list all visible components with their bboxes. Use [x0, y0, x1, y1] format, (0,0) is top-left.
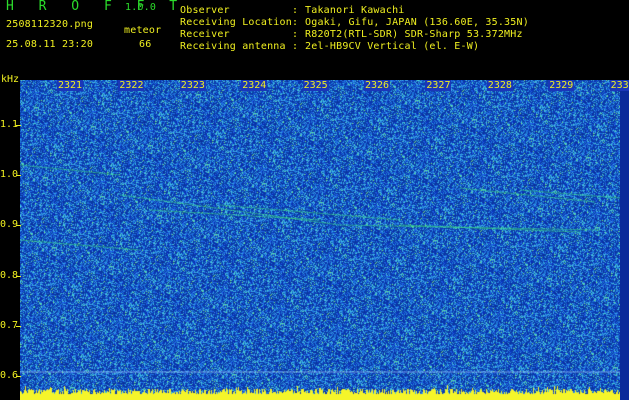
app-title: H R O F F T	[6, 0, 186, 14]
info-value-location: Ogaki, Gifu, JAPAN (136.60E, 35.35N)	[305, 17, 529, 28]
meteor-label: meteor	[124, 25, 162, 36]
spectrogram-canvas	[20, 80, 620, 400]
x-tick-label: 2325	[302, 80, 329, 91]
info-key-antenna: Receiving antenna	[180, 41, 286, 52]
x-tick-label: 2329	[548, 80, 575, 91]
y-tick-mark	[16, 376, 21, 377]
info-value-observer: Takanori Kawachi	[305, 5, 405, 16]
app-version: 1.0.0	[125, 2, 157, 13]
y-tick-mark	[16, 326, 21, 327]
image-filename: 2508112320.png	[6, 19, 94, 30]
x-tick-label: 2324	[241, 80, 268, 91]
info-key-location: Receiving Location	[180, 17, 292, 28]
y-tick-mark	[16, 175, 21, 176]
info-value-antenna: 2el-HB9CV Vertical (el. E-W)	[305, 41, 480, 52]
x-tick-label: 2322	[118, 80, 145, 91]
meteor-count: 66	[139, 39, 152, 50]
x-tick-label: 2321	[57, 80, 84, 91]
info-colon: :	[292, 5, 299, 16]
x-tick-label: 2326	[364, 80, 391, 91]
x-tick-label: 2323	[179, 80, 206, 91]
y-axis-unit: kHz	[1, 74, 20, 85]
info-value-receiver: R820T2(RTL-SDR) SDR-Sharp 53.372MHz	[305, 29, 523, 40]
info-colon: :	[292, 29, 299, 40]
y-tick-mark	[16, 125, 21, 126]
x-tick-label: 2330	[609, 80, 629, 91]
info-colon: :	[292, 17, 299, 28]
header-panel: H R O F F T 1.0.0 2508112320.png meteor …	[0, 0, 629, 74]
spectrogram-edge	[620, 80, 629, 400]
y-tick-mark	[16, 276, 21, 277]
x-tick-label: 2328	[486, 80, 513, 91]
info-key-receiver: Receiver	[180, 29, 230, 40]
x-tick-label: 2327	[425, 80, 452, 91]
info-colon: :	[292, 41, 299, 52]
observation-datetime: 25.08.11 23:20	[6, 39, 94, 50]
info-key-observer: Observer	[180, 5, 230, 16]
y-tick-mark	[16, 225, 21, 226]
